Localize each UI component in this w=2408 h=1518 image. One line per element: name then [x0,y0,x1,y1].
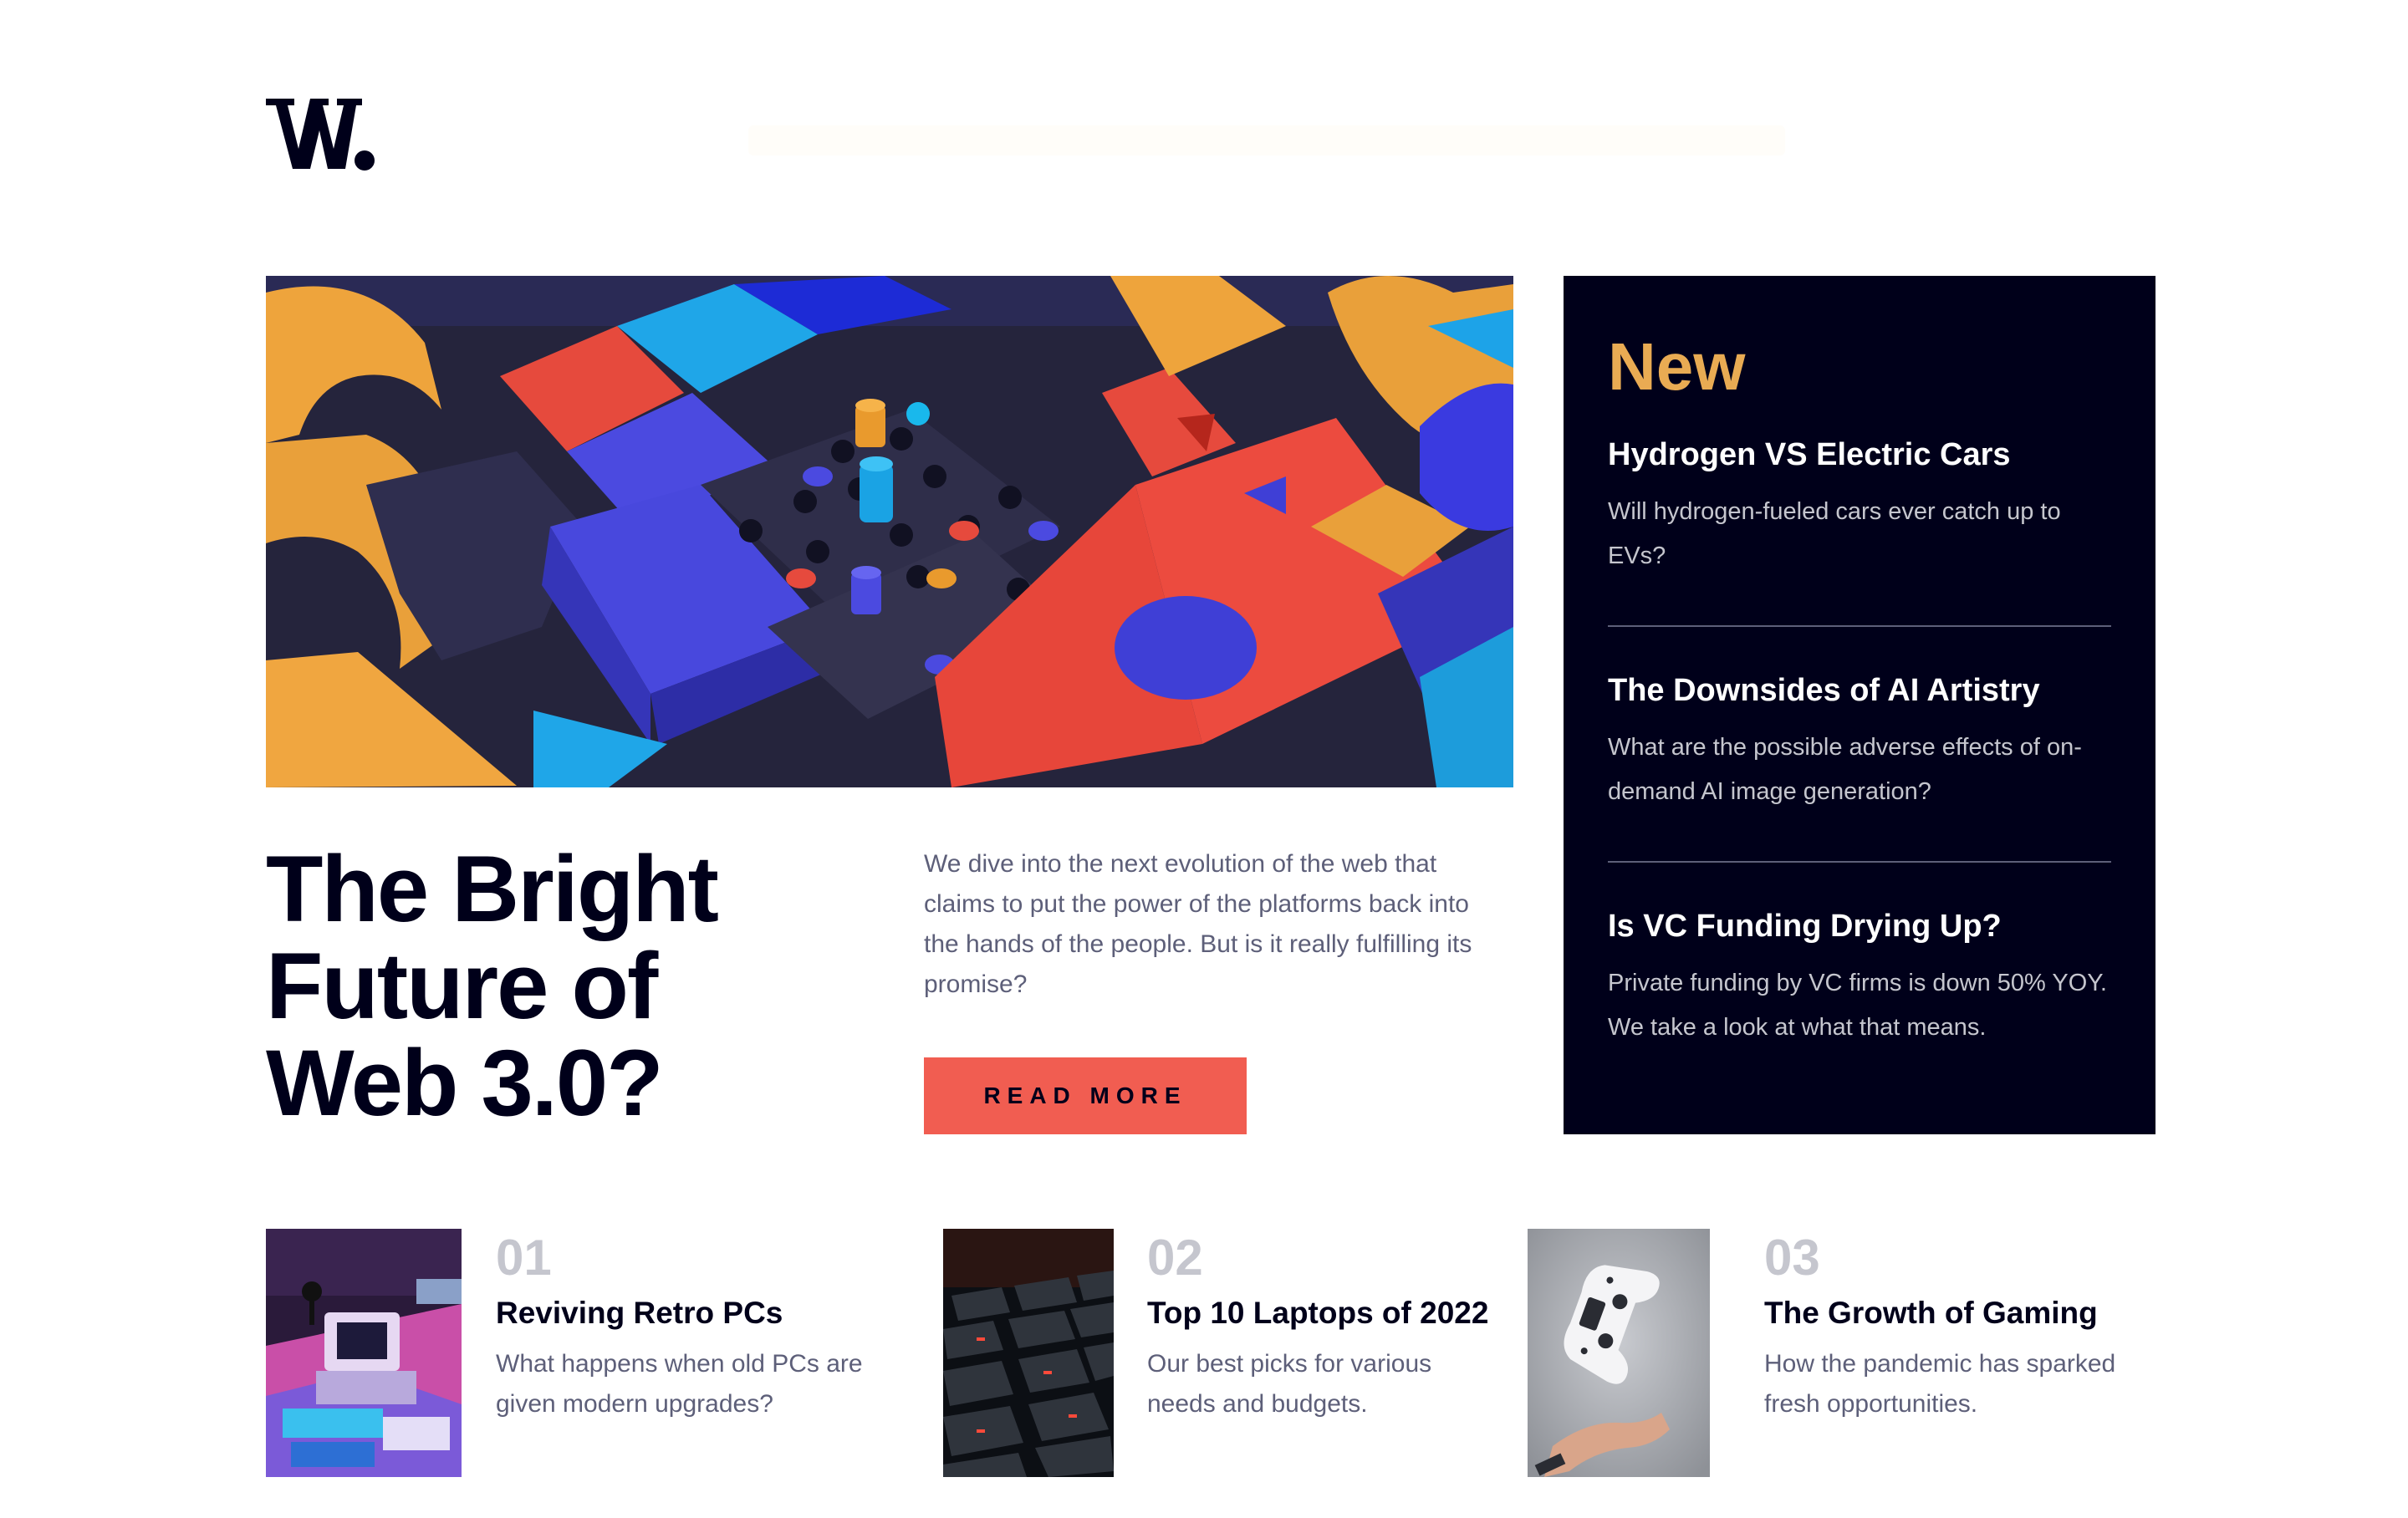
new-item-title[interactable]: Is VC Funding Drying Up? [1608,906,2111,946]
new-item-description: Private funding by VC firms is down 50% … [1608,970,2107,1041]
w-logo-icon [266,99,375,171]
page: The Bright Future of Web 3.0? We dive in… [0,0,2408,1518]
article-thumbnail [1528,1229,1710,1477]
new-item-title[interactable]: Hydrogen VS Electric Cars [1608,435,2111,475]
new-item-title[interactable]: The Downsides of AI Artistry [1608,670,2111,711]
read-more-button[interactable]: READ MORE [924,1057,1247,1134]
article-text: 03 The Growth of Gaming How the pandemic… [1764,1229,2157,1424]
article-title[interactable]: Top 10 Laptops of 2022 [1147,1294,1498,1332]
article-card: 01 Reviving Retro PCs What happens when … [266,1229,901,1477]
article-card: 02 Top 10 Laptops of 2022 Our best picks… [943,1229,1528,1477]
new-articles-panel: New Hydrogen VS Electric Cars Will hydro… [1564,276,2155,1134]
new-item: The Downsides of AI Artistry What are th… [1608,627,2111,863]
article-text: 01 Reviving Retro PCs What happens when … [496,1229,897,1424]
article-thumbnail [943,1229,1114,1477]
article-thumbnail [266,1229,462,1477]
retro-pc-image [266,1229,462,1477]
article-description: What happens when old PCs are given mode… [496,1350,863,1418]
article-title[interactable]: The Growth of Gaming [1764,1294,2157,1332]
abstract-3d-blocks-image [266,276,1513,787]
article-text: 02 Top 10 Laptops of 2022 Our best picks… [1147,1229,1498,1424]
new-heading: New [1608,329,1746,404]
new-item: Hydrogen VS Electric Cars Will hydrogen-… [1608,435,2111,627]
article-card: 03 The Growth of Gaming How the pandemic… [1528,1229,2163,1477]
article-description: Our best picks for various needs and bud… [1147,1350,1432,1418]
article-title[interactable]: Reviving Retro PCs [496,1294,897,1332]
new-item-description: What are the possible adverse effects of… [1608,734,2082,805]
gamepad-image [1528,1229,1710,1477]
hero-image [266,276,1513,787]
article-number: 03 [1764,1230,1820,1286]
new-item-description: Will hydrogen-fueled cars ever catch up … [1608,498,2061,569]
nav-bar-placeholder [748,125,1785,155]
hero-description: We dive into the next evolution of the w… [924,850,1472,998]
keyboard-image [943,1229,1114,1477]
site-logo[interactable] [266,99,376,171]
new-item: Is VC Funding Drying Up? Private funding… [1608,863,2111,1097]
article-number: 02 [1147,1230,1203,1286]
article-description: How the pandemic has sparked fresh oppor… [1764,1350,2116,1418]
hero-title: The Bright Future of Web 3.0? [266,837,719,1135]
article-number: 01 [496,1230,552,1286]
